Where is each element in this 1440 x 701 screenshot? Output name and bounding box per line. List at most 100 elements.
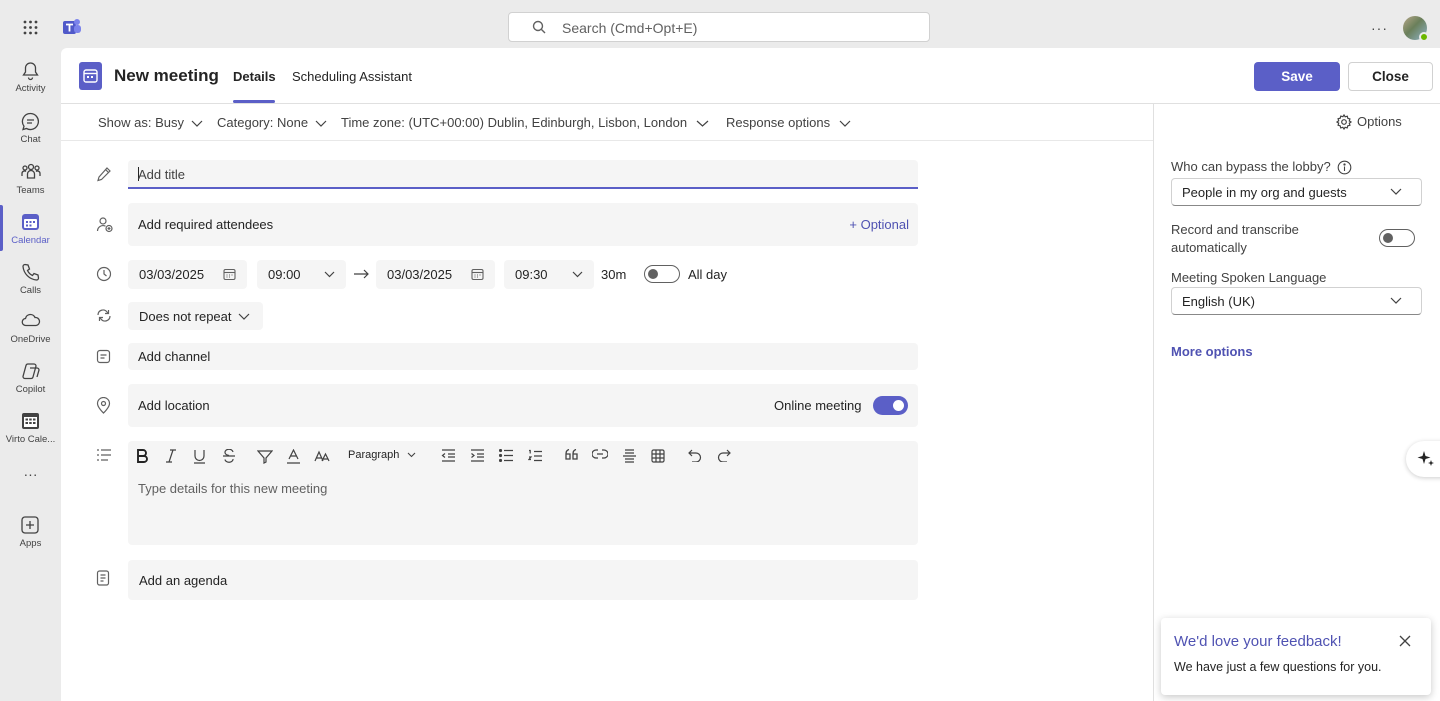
copilot-sparkle-button[interactable] bbox=[1406, 441, 1440, 477]
decrease-indent-icon[interactable] bbox=[441, 449, 456, 462]
online-meeting-toggle[interactable] bbox=[873, 396, 908, 415]
highlight-icon[interactable] bbox=[257, 449, 273, 464]
link-icon[interactable] bbox=[592, 449, 608, 459]
strikethrough-icon[interactable] bbox=[222, 449, 236, 463]
optional-attendees-link[interactable]: + Optional bbox=[849, 217, 909, 232]
channel-icon bbox=[96, 349, 111, 364]
teams-logo-icon bbox=[62, 17, 82, 37]
quote-icon[interactable] bbox=[565, 449, 579, 460]
undo-icon[interactable] bbox=[688, 449, 702, 462]
tab-details[interactable]: Details bbox=[233, 69, 276, 84]
start-date-picker[interactable]: 03/03/2025 bbox=[128, 260, 247, 289]
app-launcher-icon[interactable] bbox=[23, 20, 38, 35]
response-options-dropdown[interactable]: Response options bbox=[726, 115, 851, 130]
details-list-icon bbox=[96, 449, 112, 461]
chevron-down-icon bbox=[315, 120, 327, 127]
phone-icon bbox=[21, 263, 40, 282]
copilot-icon bbox=[21, 362, 40, 381]
options-button[interactable]: Options bbox=[1336, 113, 1402, 130]
bell-icon bbox=[21, 61, 40, 81]
gear-icon bbox=[1336, 113, 1352, 130]
save-button[interactable]: Save bbox=[1254, 62, 1340, 91]
rail-item-activity[interactable]: Activity bbox=[0, 53, 61, 99]
cloud-icon bbox=[21, 312, 41, 328]
duration-label: 30m bbox=[601, 267, 627, 282]
pencil-icon bbox=[96, 166, 112, 182]
redo-icon[interactable] bbox=[717, 449, 731, 462]
italic-icon[interactable] bbox=[165, 449, 177, 463]
rail-item-teams[interactable]: Teams bbox=[0, 155, 61, 201]
rail-item-onedrive[interactable]: OneDrive bbox=[0, 304, 61, 350]
spoken-language-dropdown[interactable]: English (UK) bbox=[1171, 287, 1422, 315]
arrow-right-icon bbox=[354, 269, 369, 279]
more-actions-icon[interactable]: ··· bbox=[1371, 20, 1388, 36]
font-color-icon[interactable] bbox=[286, 449, 301, 464]
chevron-down-icon bbox=[839, 120, 851, 127]
details-placeholder: Type details for this new meeting bbox=[138, 481, 328, 496]
avatar[interactable] bbox=[1403, 16, 1429, 42]
category-dropdown[interactable]: Category: None bbox=[217, 115, 327, 130]
attendees-input[interactable]: Add required attendees + Optional bbox=[128, 203, 918, 246]
title-input[interactable]: Add title bbox=[128, 160, 918, 189]
chevron-down-icon bbox=[238, 313, 250, 320]
app-calendar-icon bbox=[21, 412, 40, 430]
chat-icon bbox=[21, 112, 40, 131]
clock-icon bbox=[96, 266, 112, 282]
horizontal-rule-icon[interactable] bbox=[622, 449, 637, 463]
underline-icon[interactable] bbox=[193, 449, 206, 464]
calendar-icon bbox=[21, 213, 40, 231]
rail-item-virto-calendar[interactable]: Virto Cale... bbox=[0, 404, 61, 450]
show-as-dropdown[interactable]: Show as: Busy bbox=[98, 115, 203, 130]
more-options-link[interactable]: More options bbox=[1171, 344, 1253, 359]
app-rail: Activity Chat Teams Calendar Calls OneDr… bbox=[0, 48, 61, 701]
close-icon[interactable] bbox=[1399, 635, 1411, 647]
chevron-down-icon bbox=[191, 120, 203, 127]
bulleted-list-icon[interactable] bbox=[499, 449, 514, 462]
add-person-icon bbox=[96, 216, 113, 233]
rail-item-more[interactable]: ··· bbox=[0, 460, 61, 506]
location-pin-icon bbox=[96, 397, 111, 414]
info-icon[interactable] bbox=[1337, 160, 1352, 175]
details-editor[interactable]: Paragraph Type details for this new meet… bbox=[128, 441, 918, 545]
table-icon[interactable] bbox=[651, 449, 665, 463]
rail-item-apps[interactable]: Apps bbox=[0, 508, 61, 554]
calendar-icon bbox=[223, 268, 236, 281]
add-agenda-button[interactable]: Add an agenda bbox=[128, 560, 918, 600]
increase-indent-icon[interactable] bbox=[470, 449, 485, 462]
rail-item-copilot[interactable]: Copilot bbox=[0, 354, 61, 400]
lobby-dropdown[interactable]: People in my org and guests bbox=[1171, 178, 1422, 206]
bold-icon[interactable] bbox=[136, 449, 148, 463]
timezone-dropdown[interactable]: Time zone: (UTC+00:00) Dublin, Edinburgh… bbox=[341, 115, 709, 130]
panel-divider bbox=[1153, 104, 1154, 701]
record-transcribe-label: Record and transcribe automatically bbox=[1171, 222, 1299, 255]
close-button[interactable]: Close bbox=[1348, 62, 1433, 91]
all-day-toggle[interactable] bbox=[644, 265, 680, 283]
start-time-picker[interactable]: 09:00 bbox=[257, 260, 346, 289]
meeting-editor-panel bbox=[61, 48, 1440, 701]
location-input[interactable]: Add location Online meeting bbox=[128, 384, 918, 427]
repeat-dropdown[interactable]: Does not repeat bbox=[128, 302, 263, 330]
chevron-down-icon bbox=[407, 452, 416, 458]
record-transcribe-toggle[interactable] bbox=[1379, 229, 1415, 247]
channel-input[interactable]: Add channel bbox=[128, 343, 918, 370]
end-time-picker[interactable]: 09:30 bbox=[504, 260, 594, 289]
meeting-calendar-icon bbox=[79, 62, 102, 90]
chevron-down-icon bbox=[572, 271, 583, 278]
agenda-icon bbox=[96, 570, 110, 586]
tab-scheduling-assistant[interactable]: Scheduling Assistant bbox=[292, 69, 412, 84]
numbered-list-icon[interactable] bbox=[528, 449, 543, 463]
search-box[interactable]: Search (Cmd+Opt+E) bbox=[508, 12, 930, 42]
header-divider bbox=[61, 103, 1440, 104]
sparkle-icon bbox=[1417, 450, 1435, 468]
rail-item-chat[interactable]: Chat bbox=[0, 104, 61, 150]
rail-item-calendar[interactable]: Calendar bbox=[0, 205, 61, 251]
search-placeholder: Search (Cmd+Opt+E) bbox=[562, 20, 698, 36]
paragraph-format-dropdown[interactable]: Paragraph bbox=[348, 449, 416, 461]
end-date-picker[interactable]: 03/03/2025 bbox=[376, 260, 495, 289]
chevron-down-icon bbox=[1390, 297, 1402, 304]
feedback-title[interactable]: We'd love your feedback! bbox=[1174, 633, 1342, 650]
font-size-icon[interactable] bbox=[314, 449, 330, 462]
feedback-toast: We'd love your feedback! We have just a … bbox=[1161, 618, 1431, 695]
rail-item-calls[interactable]: Calls bbox=[0, 255, 61, 301]
lobby-label: Who can bypass the lobby? bbox=[1171, 159, 1352, 175]
